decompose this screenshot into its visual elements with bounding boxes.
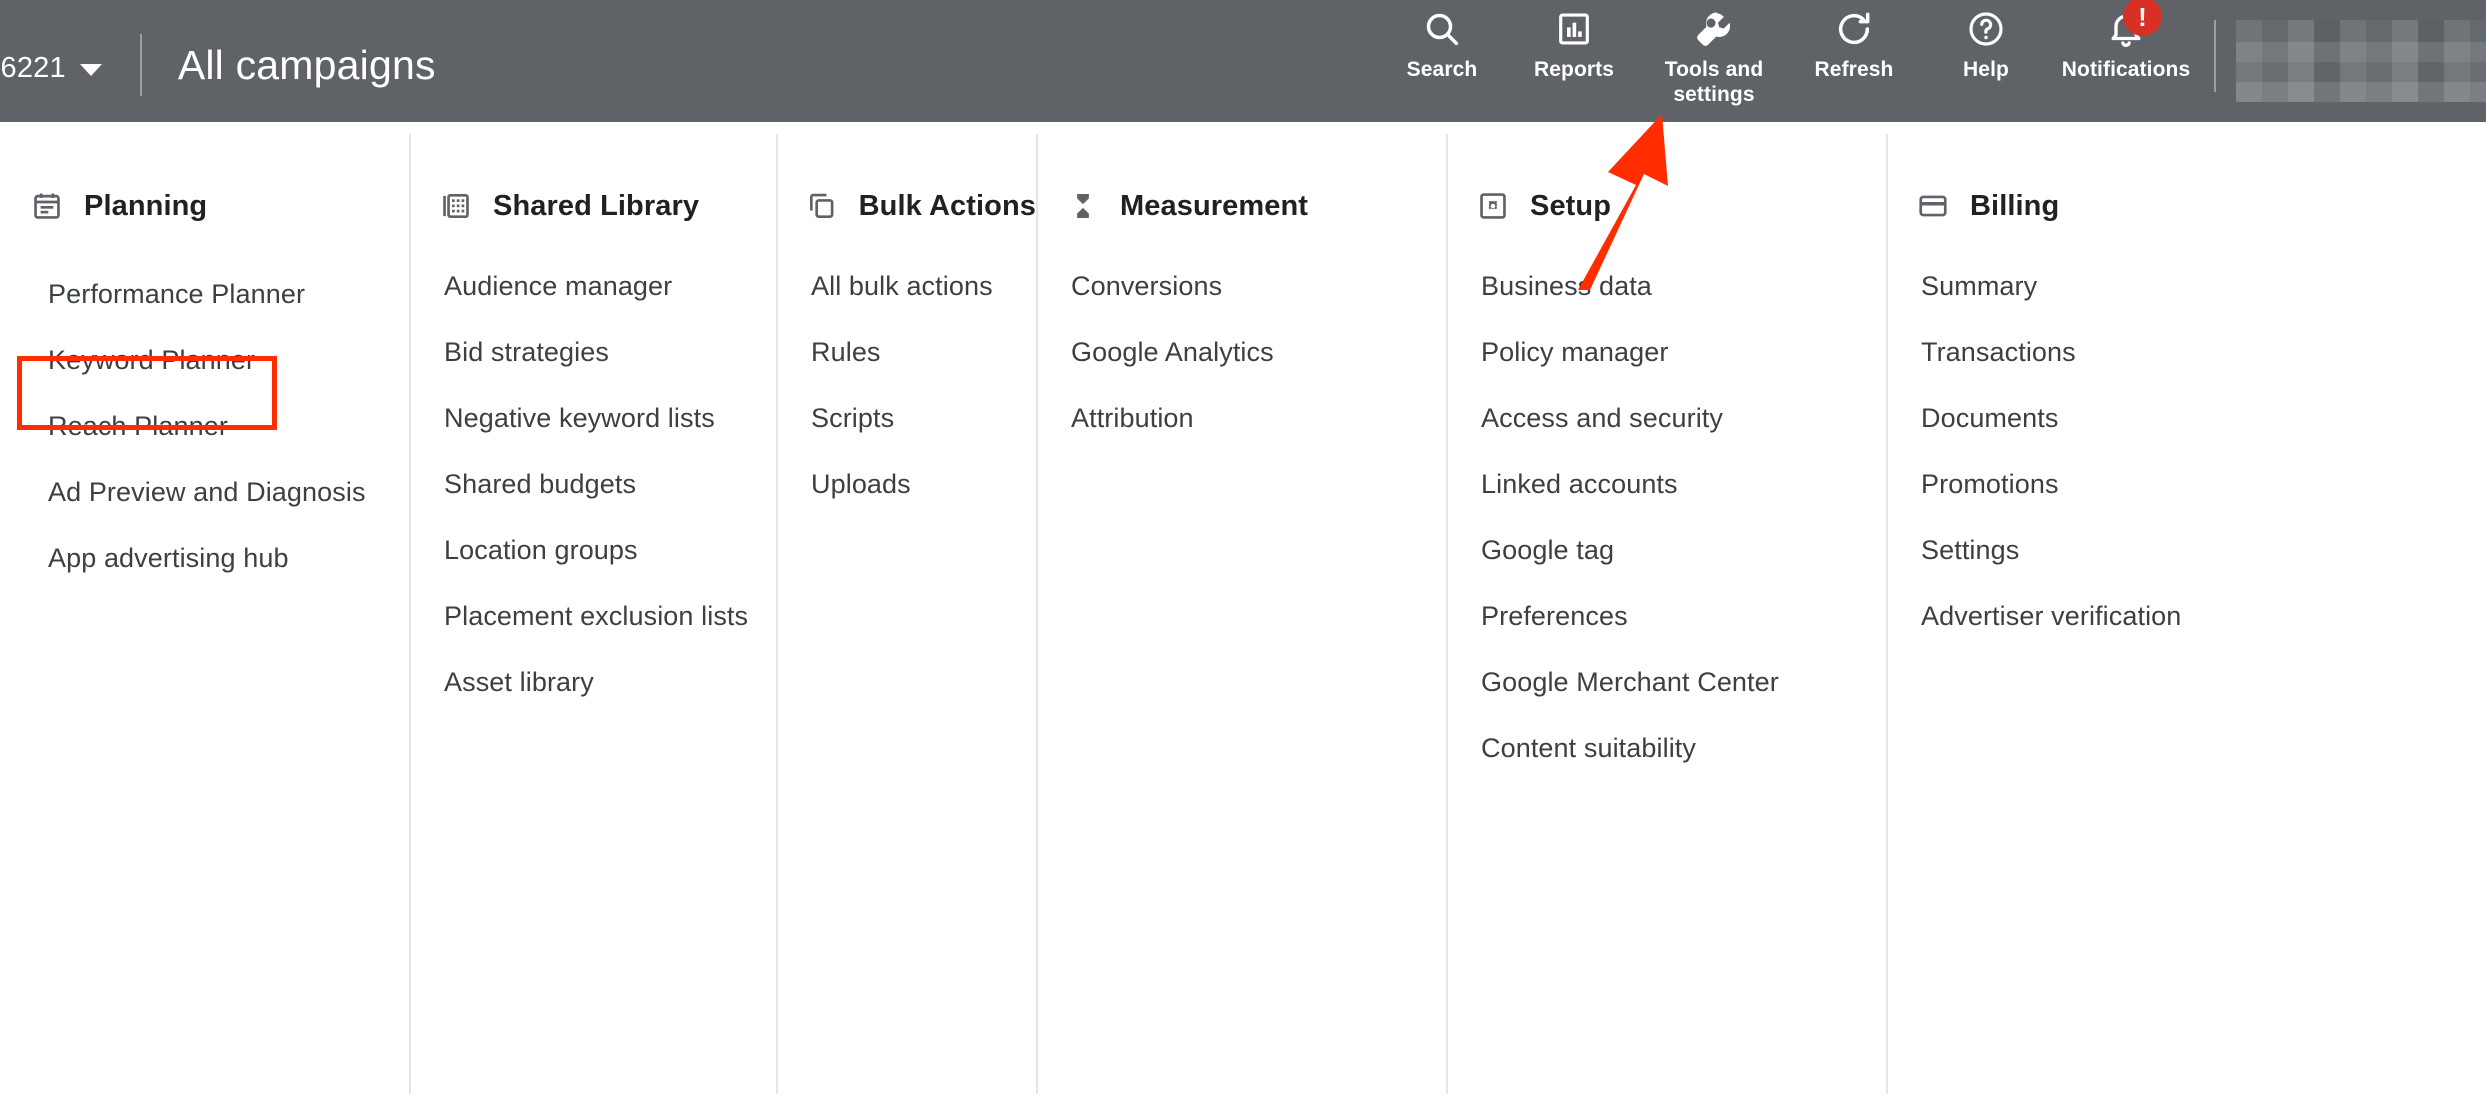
menu-column-bulk-actions: Bulk Actions All bulk actions Rules Scri…: [776, 122, 1036, 1120]
search-label: Search: [1406, 58, 1478, 81]
menu-item-audience-manager[interactable]: Audience manager: [439, 253, 776, 319]
column-title-measurement: Measurement: [1120, 189, 1309, 222]
calendar-event-icon: [30, 189, 64, 223]
notifications-label: Notifications: [2061, 58, 2191, 81]
menu-item-business-data[interactable]: Business data: [1476, 253, 1886, 319]
refresh-button[interactable]: Refresh: [1788, 4, 1920, 82]
column-header-bulk-actions: Bulk Actions: [806, 184, 1036, 228]
menu-item-performance-planner[interactable]: Performance Planner: [32, 242, 306, 316]
menu-item-google-merchant-center[interactable]: Google Merchant Center: [1476, 649, 1886, 715]
column-header-shared-library: Shared Library: [439, 184, 776, 228]
tools-and-settings-label: Tools and settings: [1664, 58, 1764, 107]
topbar-divider: [139, 34, 142, 96]
menu-item-reach-planner[interactable]: Reach Planner: [48, 411, 228, 442]
notification-badge: !: [2123, 0, 2162, 36]
notifications-button[interactable]: ! Notifications: [2052, 0, 2200, 82]
refresh-icon: [1834, 8, 1874, 50]
library-grid-icon: [439, 189, 473, 223]
hourglass-icon: [1066, 189, 1100, 223]
menu-item-negative-keyword-lists[interactable]: Negative keyword lists: [439, 385, 776, 451]
menu-item-google-analytics[interactable]: Google Analytics: [1066, 319, 1446, 385]
column-header-setup: Setup: [1476, 184, 1886, 228]
menu-item-label: Reach Planner: [48, 411, 228, 441]
credit-card-icon: [1916, 189, 1950, 223]
column-title-bulk-actions: Bulk Actions: [858, 189, 1036, 222]
help-button[interactable]: Help: [1920, 4, 2052, 82]
reports-button[interactable]: Reports: [1508, 4, 1640, 82]
menu-item-preferences[interactable]: Preferences: [1476, 583, 1886, 649]
column-header-planning: Planning: [30, 184, 409, 228]
menu-item-content-suitability[interactable]: Content suitability: [1476, 715, 1886, 781]
menu-item-documents[interactable]: Documents: [1916, 385, 2486, 451]
menu-item-label: Performance Planner: [48, 279, 306, 309]
search-button[interactable]: Search: [1376, 4, 1508, 82]
menu-item-promotions[interactable]: Promotions: [1916, 451, 2486, 517]
menu-item-uploads[interactable]: Uploads: [806, 451, 1036, 517]
menu-item-rules[interactable]: Rules: [806, 319, 1036, 385]
menu-item-advertiser-verification[interactable]: Advertiser verification: [1916, 583, 2486, 649]
menu-item-placement-exclusion-lists[interactable]: Placement exclusion lists: [439, 583, 776, 649]
column-title-planning: Planning: [84, 189, 208, 222]
menu-item-linked-accounts[interactable]: Linked accounts: [1476, 451, 1886, 517]
search-icon: [1422, 8, 1462, 50]
planning-item-list: Performance Planner Keyword Planner Reac…: [30, 242, 409, 802]
account-selector[interactable]: 92-6221: [0, 0, 102, 122]
topbar-actions: Search Reports Tools and settings Refres…: [1376, 0, 2486, 122]
reports-label: Reports: [1533, 58, 1615, 81]
menu-item-ad-preview-and-diagnosis[interactable]: Ad Preview and Diagnosis: [48, 477, 366, 508]
menu-column-setup: Setup Business data Policy manager Acces…: [1446, 122, 1886, 1120]
page-title: All campaigns: [177, 41, 436, 88]
menu-item-shared-budgets[interactable]: Shared budgets: [439, 451, 776, 517]
tools-and-settings-button[interactable]: Tools and settings: [1640, 4, 1788, 107]
menu-item-settings[interactable]: Settings: [1916, 517, 2486, 583]
column-header-billing: Billing: [1916, 184, 2486, 228]
refresh-label: Refresh: [1814, 58, 1894, 81]
menu-item-bid-strategies[interactable]: Bid strategies: [439, 319, 776, 385]
help-label: Help: [1963, 58, 2009, 81]
menu-item-label: App advertising hub: [48, 543, 289, 573]
menu-item-location-groups[interactable]: Location groups: [439, 517, 776, 583]
gear-box-icon: [1476, 189, 1510, 223]
menu-item-conversions[interactable]: Conversions: [1066, 253, 1446, 319]
topbar-divider-2: [2214, 20, 2216, 92]
menu-column-billing: Billing Summary Transactions Documents P…: [1886, 122, 2486, 1120]
top-app-bar: 92-6221 All campaigns Search: [0, 0, 2486, 122]
wrench-icon: [1693, 8, 1735, 50]
chevron-down-icon: [79, 64, 102, 76]
menu-item-app-advertising-hub[interactable]: App advertising hub: [48, 543, 289, 574]
copy-stack-icon: [806, 189, 839, 223]
menu-column-planning: Planning Performance Planner Keyword Pla…: [0, 122, 409, 1120]
column-header-measurement: Measurement: [1066, 184, 1446, 228]
column-title-shared-library: Shared Library: [493, 189, 700, 222]
menu-item-scripts[interactable]: Scripts: [806, 385, 1036, 451]
bar-chart-icon: [1555, 8, 1593, 50]
menu-item-summary[interactable]: Summary: [1916, 253, 2486, 319]
menu-item-label: Keyword Planner: [48, 345, 256, 375]
menu-column-measurement: Measurement Conversions Google Analytics…: [1036, 122, 1446, 1120]
column-title-billing: Billing: [1970, 189, 2060, 222]
blurred-account-info: [2236, 20, 2486, 102]
menu-item-transactions[interactable]: Transactions: [1916, 319, 2486, 385]
menu-item-access-and-security[interactable]: Access and security: [1476, 385, 1886, 451]
column-title-setup: Setup: [1530, 189, 1612, 222]
menu-item-label: Ad Preview and Diagnosis: [48, 477, 366, 507]
menu-item-asset-library[interactable]: Asset library: [439, 649, 776, 715]
menu-item-keyword-planner[interactable]: Keyword Planner: [48, 345, 255, 376]
menu-item-attribution[interactable]: Attribution: [1066, 385, 1446, 451]
menu-column-shared-library: Shared Library Audience manager Bid stra…: [409, 122, 776, 1120]
menu-item-policy-manager[interactable]: Policy manager: [1476, 319, 1886, 385]
help-circle-icon: [1966, 8, 2006, 50]
bell-icon: !: [2106, 0, 2162, 50]
account-id-label: 92-6221: [0, 51, 66, 84]
menu-item-google-tag[interactable]: Google tag: [1476, 517, 1886, 583]
menu-item-all-bulk-actions[interactable]: All bulk actions: [806, 253, 1036, 319]
tools-and-settings-menu: Planning Performance Planner Keyword Pla…: [0, 122, 2486, 1120]
